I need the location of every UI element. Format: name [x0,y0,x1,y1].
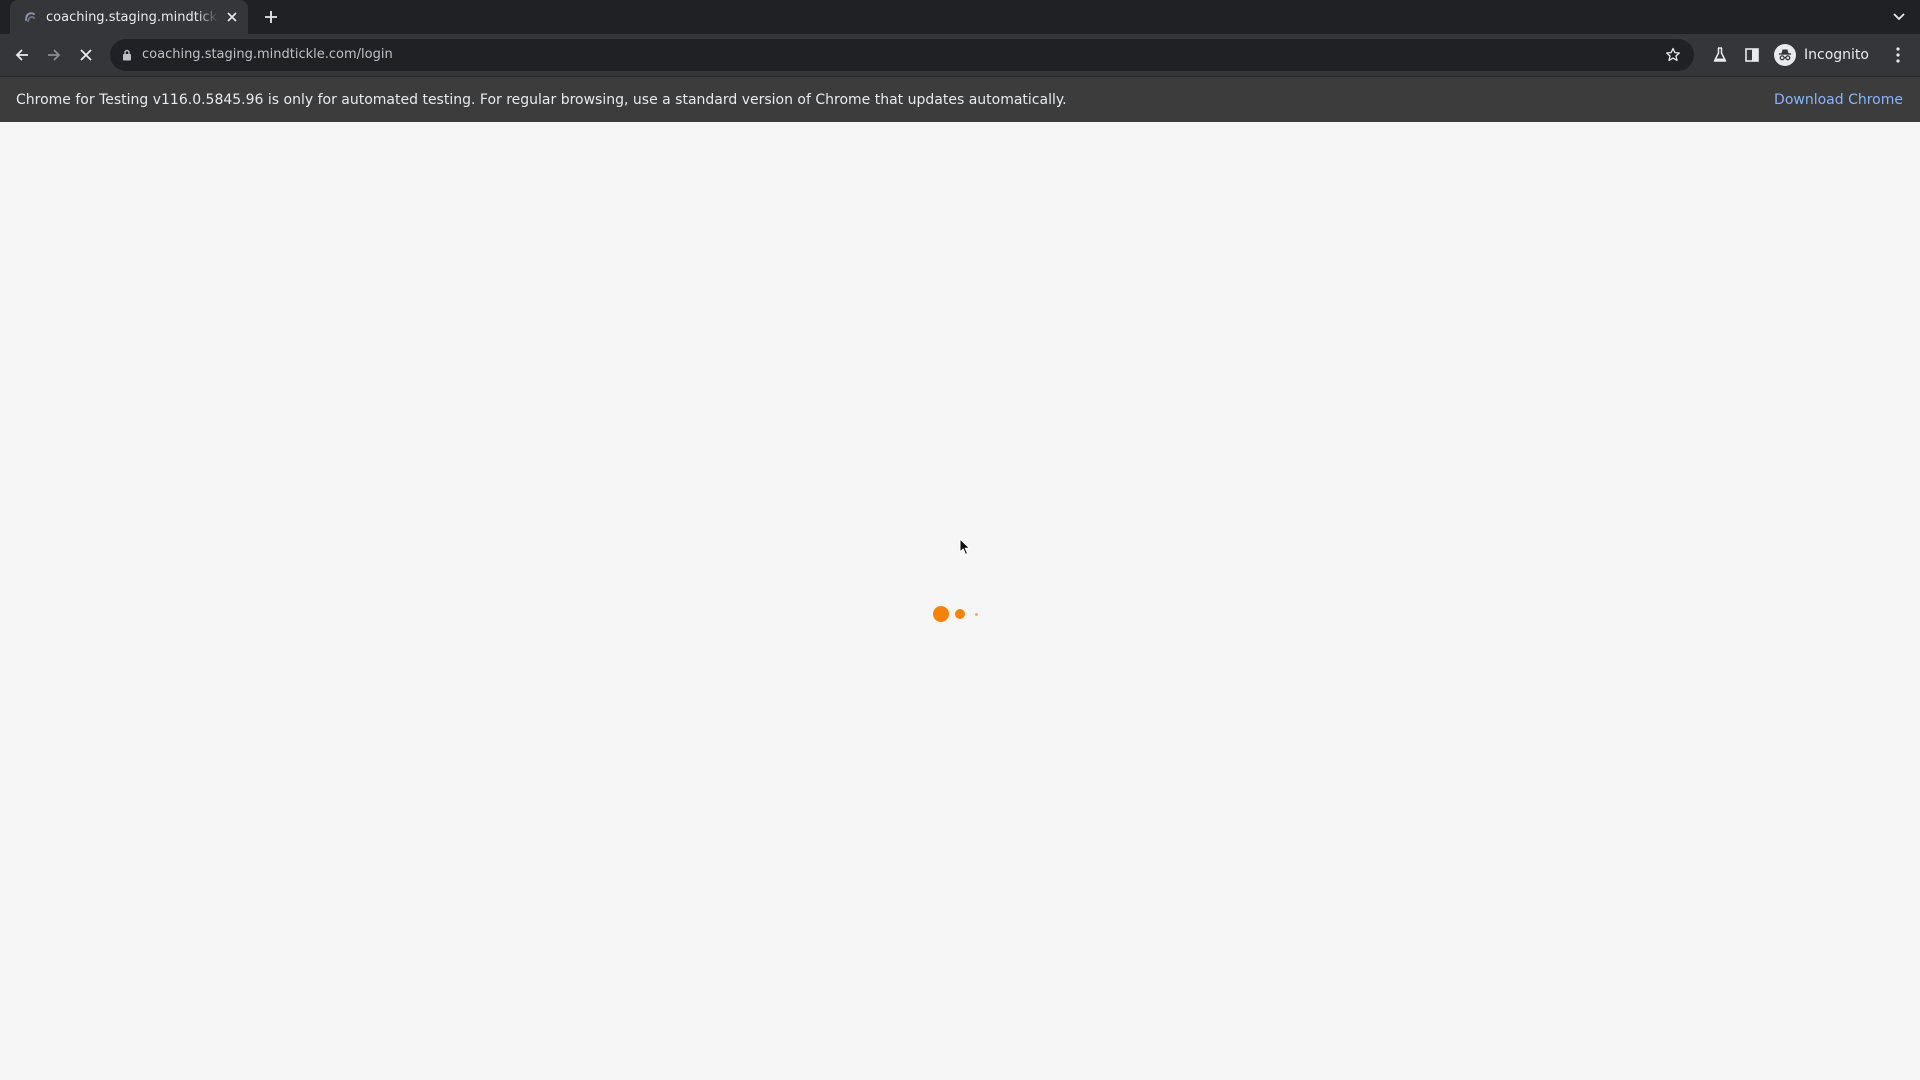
loading-spinner [930,603,990,623]
flask-icon [1713,47,1727,62]
plus-icon [265,11,277,23]
close-icon[interactable] [224,9,240,25]
lock-icon[interactable] [120,48,134,62]
browser-toolbar: coaching.staging.mindtickle.com/login In… [0,34,1920,76]
download-chrome-link[interactable]: Download Chrome [1774,77,1903,123]
side-panel-button[interactable] [1740,43,1764,67]
labs-button[interactable] [1708,43,1732,67]
chevron-down-icon [1893,13,1905,21]
close-icon [80,49,92,61]
tab-active[interactable]: coaching.staging.mindtickle.com/login [10,0,248,34]
mindtickle-favicon-icon [22,9,38,25]
url-text[interactable]: coaching.staging.mindtickle.com/login [142,39,393,71]
menu-button[interactable] [1886,43,1910,67]
address-bar[interactable]: coaching.staging.mindtickle.com/login [110,39,1694,71]
stop-loading-button[interactable] [74,43,98,67]
page-content [0,122,1920,1080]
forward-button[interactable] [42,43,66,67]
star-icon[interactable] [1664,46,1682,64]
new-tab-button[interactable] [260,6,282,28]
loader-dot-small [975,613,978,616]
loader-dot-medium [955,609,965,619]
kebab-menu-icon [1896,47,1900,63]
tab-title: coaching.staging.mindtickle.com/login [46,9,218,25]
tab-search-button[interactable] [1890,8,1908,26]
back-button[interactable] [10,43,34,67]
mouse-cursor-icon [959,538,970,555]
infobar-message: Chrome for Testing v116.0.5845.96 is onl… [16,92,1067,108]
loader-dot-large [933,606,949,622]
incognito-icon [1774,44,1796,66]
arrow-left-icon [15,49,28,61]
tab-strip: coaching.staging.mindtickle.com/login [0,0,1920,34]
profile-label: Incognito [1804,47,1869,63]
automation-infobar: Chrome for Testing v116.0.5845.96 is onl… [0,76,1920,122]
profile-button[interactable]: Incognito [1768,39,1877,71]
arrow-right-icon [48,49,61,61]
side-panel-icon [1745,48,1759,62]
